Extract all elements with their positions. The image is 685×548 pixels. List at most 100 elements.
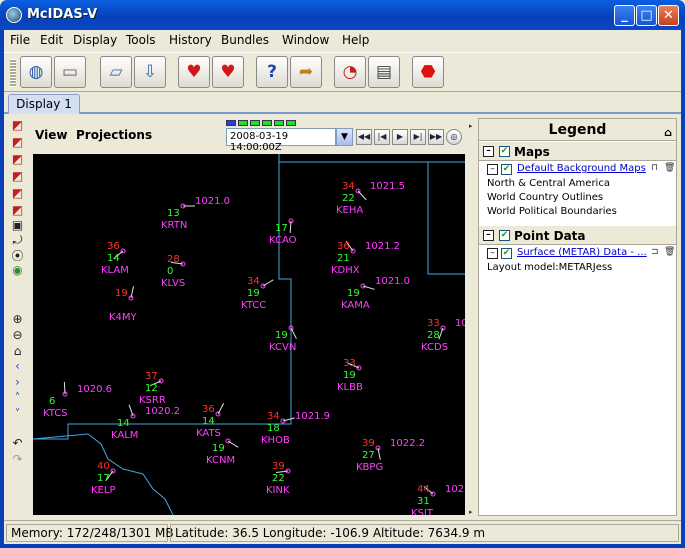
pan-left-icon[interactable]: ‹ <box>10 359 25 374</box>
time-step-indicator[interactable] <box>274 120 284 126</box>
collapse-icon[interactable]: – <box>487 248 498 259</box>
chevron-down-icon[interactable]: ▼ <box>336 128 353 146</box>
data-chooser-button[interactable]: ➦ <box>290 56 322 88</box>
map-display[interactable]: 13 1021.0 KRTN 34 22 1021.5 KEHA 17 KCAO 36 14 KLAM… <box>33 154 465 515</box>
wind-barb <box>63 381 66 395</box>
expand-legend-icon[interactable]: ▸ <box>469 508 475 516</box>
time-step-indicator[interactable] <box>226 120 236 126</box>
close-button[interactable]: ✕ <box>658 5 679 26</box>
pressure-label: 1021.0 <box>195 196 230 207</box>
station-id-label: KBPG <box>356 462 383 473</box>
play-icon[interactable]: ▶ <box>392 129 408 145</box>
pan-right-icon[interactable]: › <box>10 375 25 390</box>
projections-menu[interactable]: Projections <box>76 128 152 142</box>
menu-window[interactable]: Window <box>282 33 329 47</box>
temperature-label: 39 <box>272 461 285 472</box>
rotate-icon[interactable]: ⤾ <box>10 233 25 248</box>
collapse-legend-icon[interactable]: ▸ <box>469 122 475 130</box>
dewpoint-label: 21 <box>337 253 350 264</box>
legend-section-maps[interactable]: – ✔ Maps <box>479 141 676 161</box>
zoom-out-icon[interactable]: ⊖ <box>10 328 25 343</box>
animation-settings-icon[interactable]: ◎ <box>446 129 462 145</box>
maximize-button[interactable]: □ <box>636 5 657 26</box>
temperature-label: 36 <box>107 241 120 252</box>
globe-nav-icon[interactable]: ◉ <box>10 263 25 278</box>
trash-icon[interactable]: 🗑 <box>664 247 675 257</box>
console-icon: ▤ <box>375 62 393 82</box>
menu-tools[interactable]: Tools <box>126 33 156 47</box>
trash-icon[interactable]: 🗑 <box>664 163 675 173</box>
lock-icon[interactable]: ⊓ <box>651 163 658 173</box>
legend-section-point-data[interactable]: – ✔ Point Data <box>479 225 676 245</box>
memory-gauge-button[interactable]: ◔ <box>334 56 366 88</box>
station-id-label: KCVN <box>269 342 296 353</box>
save-button[interactable]: ⇩ <box>134 56 166 88</box>
undo-icon[interactable]: ↶ <box>10 436 25 451</box>
pan-down-icon[interactable]: ˅ <box>10 407 25 422</box>
layer-link[interactable]: Default Background Maps <box>517 163 646 174</box>
collapse-icon[interactable]: – <box>483 146 494 157</box>
stop-button[interactable]: ⬣ <box>412 56 444 88</box>
collapse-icon[interactable]: – <box>487 164 498 175</box>
perspective-icon[interactable]: ▣ <box>10 218 25 233</box>
pressure-label: 1021.2 <box>365 241 400 252</box>
section-label: Maps <box>514 145 550 159</box>
menu-bundles[interactable]: Bundles <box>221 33 269 47</box>
manage-favorites-button[interactable]: ♥ <box>212 56 244 88</box>
step-forward-icon[interactable]: ▶| <box>410 129 426 145</box>
menu-file[interactable]: File <box>10 33 30 47</box>
last-frame-icon[interactable]: ▶▶ <box>428 129 444 145</box>
wind-barb <box>262 279 274 287</box>
dashboard-button[interactable]: ◍ <box>20 56 52 88</box>
wind-barb <box>357 190 367 201</box>
pressure-label: 1020.2 <box>145 406 180 417</box>
new-display-button[interactable]: ▭ <box>54 56 86 88</box>
section-visibility-checkbox[interactable]: ✔ <box>499 146 510 157</box>
toolbar-grip[interactable] <box>10 59 16 87</box>
layer-visibility-checkbox[interactable]: ✔ <box>501 164 512 175</box>
north-view-icon[interactable]: ◩ <box>10 169 25 184</box>
top-view-icon[interactable]: ◩ <box>10 135 25 150</box>
pan-up-icon[interactable]: ˄ <box>10 391 25 406</box>
dewpoint-label: 19 <box>347 288 360 299</box>
time-step-indicator[interactable] <box>238 120 248 126</box>
unlock-icon[interactable]: ⊐ <box>651 247 659 257</box>
time-step-indicator[interactable] <box>262 120 272 126</box>
tab-display-1[interactable]: Display 1 <box>8 94 80 114</box>
menu-edit[interactable]: Edit <box>40 33 63 47</box>
station-id-label: K4MY <box>109 312 138 323</box>
console-button[interactable]: ▤ <box>368 56 400 88</box>
eye-icon[interactable]: ⦿ <box>10 249 25 264</box>
redo-icon[interactable]: ↷ <box>10 452 25 467</box>
layer-link[interactable]: Surface (METAR) Data - ... <box>517 247 647 258</box>
south-view-icon[interactable]: ◩ <box>10 203 25 218</box>
memory-status[interactable]: Memory: 172/248/1301 MB <box>6 524 174 542</box>
dewpoint-label: 19 <box>212 443 225 454</box>
home-icon[interactable]: ⌂ <box>10 344 25 359</box>
time-step-indicator[interactable] <box>286 120 296 126</box>
east-view-icon[interactable]: ◩ <box>10 186 25 201</box>
menu-history[interactable]: History <box>169 33 212 47</box>
time-selector[interactable]: 2008-03-19 14:00:00Z <box>226 128 336 153</box>
view-menu[interactable]: View <box>35 128 67 142</box>
first-frame-icon[interactable]: ◀◀ <box>356 129 372 145</box>
time-step-indicator[interactable] <box>250 120 260 126</box>
map-canvas[interactable]: 131021.0KRTN34221021.5KEHA17KCAO3614KLAM… <box>33 154 465 515</box>
section-visibility-checkbox[interactable]: ✔ <box>499 230 510 241</box>
menu-help[interactable]: Help <box>342 33 369 47</box>
layer-visibility-checkbox[interactable]: ✔ <box>501 248 512 259</box>
station-id-label: KALM <box>111 430 138 441</box>
help-button[interactable]: ? <box>256 56 288 88</box>
memory-gauge-icon: ◔ <box>342 62 358 82</box>
bottom-view-icon[interactable]: ◩ <box>10 152 25 167</box>
menu-display[interactable]: Display <box>73 33 117 47</box>
favorite-button[interactable]: ♥ <box>178 56 210 88</box>
step-back-icon[interactable]: |◀ <box>374 129 390 145</box>
open-button[interactable]: ▱ <box>100 56 132 88</box>
zoom-in-icon[interactable]: ⊕ <box>10 312 25 327</box>
minimize-button[interactable]: _ <box>614 5 635 26</box>
display-tabs: Display 1 <box>4 92 681 114</box>
cube-view-icon[interactable]: ◩ <box>10 118 25 133</box>
collapse-icon[interactable]: – <box>483 230 494 241</box>
globe-icon <box>6 7 22 23</box>
